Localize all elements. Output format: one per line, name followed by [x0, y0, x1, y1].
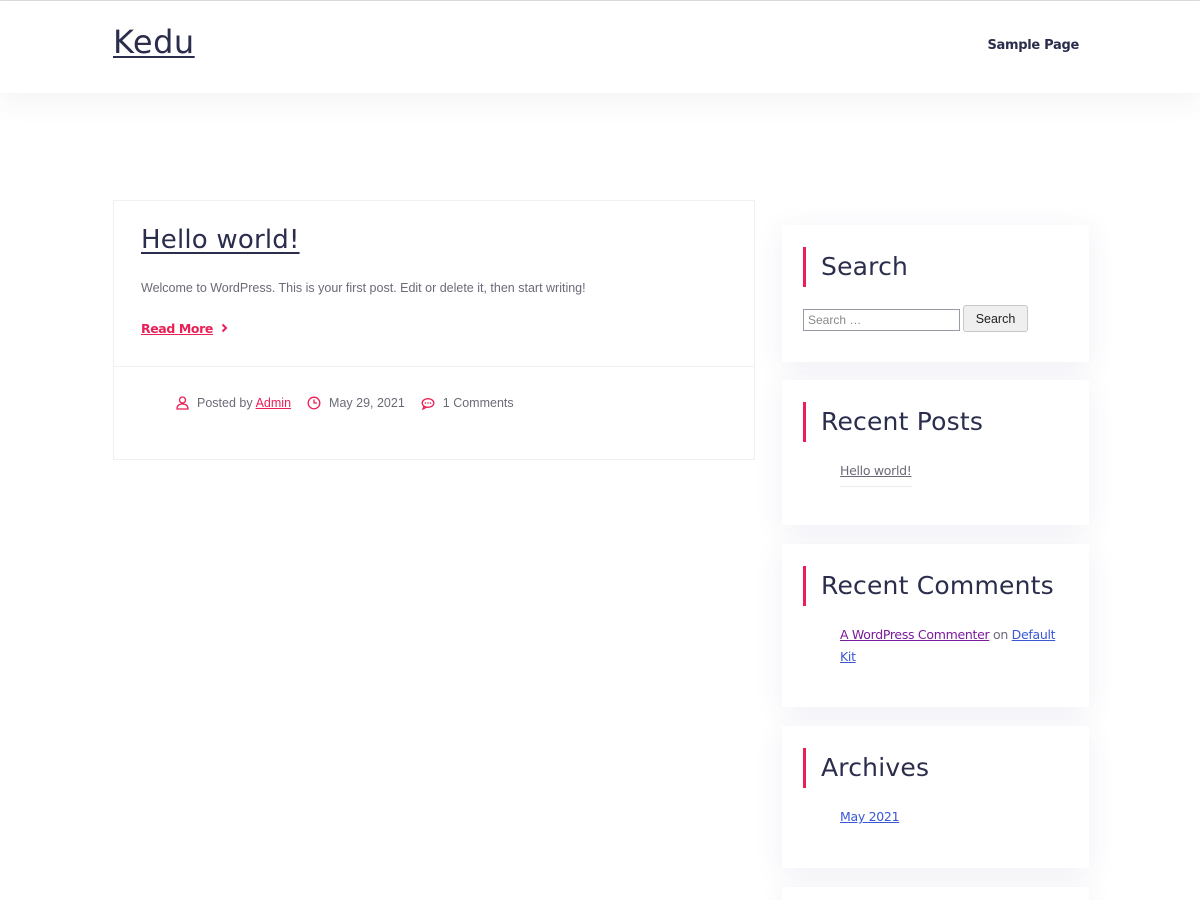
list-item: Hello world! — [840, 462, 912, 487]
post-excerpt: Welcome to WordPress. This is your first… — [141, 281, 586, 295]
user-icon — [176, 396, 189, 410]
meta-comments: 1 Comments — [421, 396, 514, 410]
author-link[interactable]: Admin — [256, 396, 291, 410]
recent-post-link[interactable]: Hello world! — [840, 463, 912, 487]
nav-item-sample-page[interactable]: Sample Page — [987, 38, 1079, 53]
archives-list: May 2021 — [840, 808, 900, 826]
main-nav: Sample Page — [987, 38, 1079, 53]
post-divider — [114, 366, 754, 367]
read-more-link[interactable]: Read More — [141, 321, 228, 336]
comment-icon — [421, 397, 435, 410]
comment-author-link[interactable]: A WordPress Commenter — [840, 627, 990, 642]
post-meta: Posted by Admin May 29, 2021 1 Comments — [176, 396, 530, 410]
site-header: Kedu Sample Page — [0, 1, 1200, 93]
widget-recent-comments: Recent Comments A WordPress Commenter on… — [782, 544, 1089, 707]
archive-link[interactable]: May 2021 — [840, 809, 900, 824]
widget-title-archives: Archives — [803, 748, 929, 788]
comment-on-label: on — [993, 627, 1008, 642]
post-date: May 29, 2021 — [329, 396, 405, 410]
recent-comment-item: A WordPress Commenter on Default Kit — [840, 624, 1070, 668]
widget-title-search: Search — [803, 247, 908, 287]
site-title-link[interactable]: Kedu — [113, 23, 195, 61]
meta-author: Posted by Admin — [176, 396, 291, 410]
post-title-link[interactable]: Hello world! — [141, 225, 300, 255]
search-input[interactable] — [803, 309, 960, 331]
widget-archives: Archives May 2021 — [782, 726, 1089, 868]
clock-icon — [307, 396, 321, 410]
widget-search: Search Search — [782, 225, 1089, 362]
comments-count: 1 Comments — [442, 396, 514, 410]
meta-date: May 29, 2021 — [307, 396, 405, 410]
widget-recent-posts: Recent Posts Hello world! — [782, 380, 1089, 525]
post-card: Hello world! Welcome to WordPress. This … — [113, 200, 755, 460]
list-item: May 2021 — [840, 808, 900, 826]
search-button[interactable]: Search — [963, 305, 1028, 332]
widget-next — [782, 887, 1089, 900]
chevron-right-icon — [221, 322, 228, 336]
posted-by-label: Posted by — [197, 396, 253, 410]
read-more-label: Read More — [141, 321, 213, 336]
widget-title-recent-comments: Recent Comments — [803, 566, 1054, 606]
widget-title-recent-posts: Recent Posts — [803, 402, 983, 442]
recent-posts-list: Hello world! — [840, 462, 912, 487]
